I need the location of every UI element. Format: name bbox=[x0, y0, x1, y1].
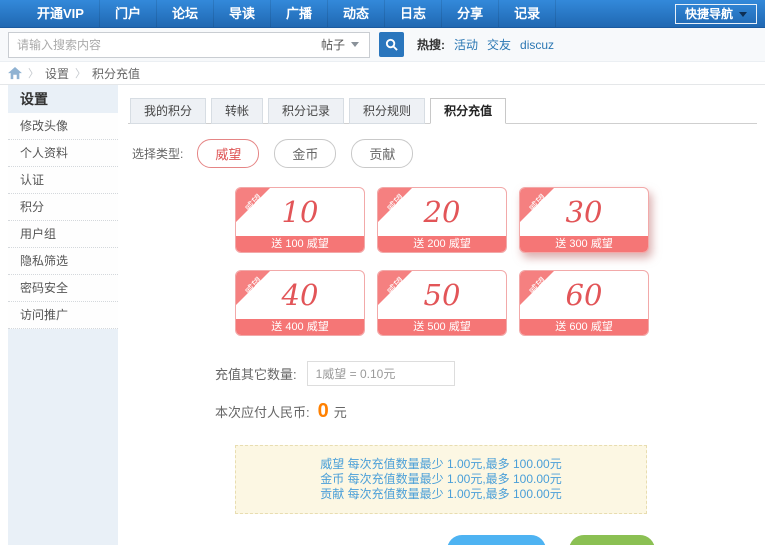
wechat-pay-button[interactable]: 微信支付 bbox=[569, 535, 655, 545]
card-bonus: 送 300 威望 bbox=[520, 236, 648, 252]
sidebar-item-points[interactable]: 积分 bbox=[8, 194, 118, 221]
card-bonus: 送 100 威望 bbox=[236, 236, 364, 252]
sidebar-item-avatar[interactable]: 修改头像 bbox=[8, 113, 118, 140]
points-tabs: 我的积分 转帐 积分记录 积分规则 积分充值 bbox=[128, 98, 757, 124]
tab-transfer[interactable]: 转帐 bbox=[211, 98, 263, 124]
card-bonus: 送 400 威望 bbox=[236, 319, 364, 335]
breadcrumb-recharge: 积分充值 bbox=[92, 65, 140, 82]
type-pill-gold[interactable]: 金币 bbox=[274, 139, 336, 168]
breadcrumb-separator: 〉 bbox=[75, 65, 86, 81]
search-type-label: 帖子 bbox=[321, 36, 345, 53]
card-bonus: 送 600 威望 bbox=[520, 319, 648, 335]
hot-link-activity[interactable]: 活动 bbox=[454, 36, 478, 53]
other-amount-label: 充值其它数量: bbox=[215, 364, 297, 383]
quick-nav-label: 快捷导航 bbox=[685, 5, 733, 23]
hot-search-label: 热搜: bbox=[417, 36, 445, 53]
nav-item-portal[interactable]: 门户 bbox=[100, 0, 157, 27]
type-selector-row: 选择类型: 威望 金币 贡献 bbox=[128, 139, 757, 168]
sidebar-filler bbox=[8, 329, 118, 545]
nav-item-broadcast[interactable]: 广播 bbox=[271, 0, 328, 27]
type-selector-label: 选择类型: bbox=[132, 145, 183, 162]
payable-row: 本次应付人民币: 0 元 bbox=[215, 400, 757, 423]
nav-item-share[interactable]: 分享 bbox=[442, 0, 499, 27]
type-pill-prestige[interactable]: 威望 bbox=[197, 139, 259, 168]
nav-item-forum[interactable]: 论坛 bbox=[157, 0, 214, 27]
recharge-card-10[interactable]: 威望 10 送 100 威望 bbox=[235, 187, 365, 253]
payable-label: 本次应付人民币: bbox=[215, 402, 310, 421]
nav-item-records[interactable]: 记录 bbox=[499, 0, 556, 27]
payable-amount: 0 bbox=[318, 400, 329, 423]
type-pill-contribution[interactable]: 贡献 bbox=[351, 139, 413, 168]
payable-unit: 元 bbox=[334, 402, 347, 421]
quick-nav-button[interactable]: 快捷导航 bbox=[675, 4, 757, 24]
nav-item-blog[interactable]: 日志 bbox=[385, 0, 442, 27]
page-body: 设置 修改头像 个人资料 认证 积分 用户组 隐私筛选 密码安全 访问推广 我的… bbox=[0, 84, 765, 545]
recharge-card-grid: 威望 10 送 100 威望 威望 20 送 200 威望 威望 30 送 30… bbox=[235, 187, 655, 336]
notice-line-prestige: 威望 每次充值数量最少 1.00元,最多 100.00元 bbox=[236, 457, 646, 472]
sidebar-item-password[interactable]: 密码安全 bbox=[8, 275, 118, 302]
nav-item-vip[interactable]: 开通VIP bbox=[22, 0, 100, 27]
tab-points-log[interactable]: 积分记录 bbox=[268, 98, 344, 124]
settings-sidebar: 设置 修改头像 个人资料 认证 积分 用户组 隐私筛选 密码安全 访问推广 bbox=[8, 85, 118, 545]
nav-item-guide[interactable]: 导读 bbox=[214, 0, 271, 27]
recharge-card-20[interactable]: 威望 20 送 200 威望 bbox=[377, 187, 507, 253]
home-icon[interactable] bbox=[8, 67, 22, 80]
hot-link-friends[interactable]: 交友 bbox=[487, 36, 511, 53]
search-bar: 帖子 热搜: 活动 交友 discuz bbox=[0, 28, 765, 62]
sidebar-item-privacy[interactable]: 隐私筛选 bbox=[8, 248, 118, 275]
sidebar-item-verify[interactable]: 认证 bbox=[8, 167, 118, 194]
notice-line-gold: 金币 每次充值数量最少 1.00元,最多 100.00元 bbox=[236, 472, 646, 487]
card-bonus: 送 200 威望 bbox=[378, 236, 506, 252]
breadcrumb-separator: 〉 bbox=[28, 65, 39, 81]
other-amount-row: 充值其它数量: bbox=[215, 361, 757, 386]
search-icon bbox=[385, 38, 398, 51]
top-navbar: 开通VIP 门户 论坛 导读 广播 动态 日志 分享 记录 快捷导航 bbox=[0, 0, 765, 28]
recharge-limits-notice: 威望 每次充值数量最少 1.00元,最多 100.00元 金币 每次充值数量最少… bbox=[235, 445, 647, 514]
other-amount-input[interactable] bbox=[307, 361, 455, 386]
search-box: 帖子 bbox=[8, 32, 370, 58]
tab-points-rules[interactable]: 积分规则 bbox=[349, 98, 425, 124]
breadcrumb-settings[interactable]: 设置 bbox=[45, 65, 69, 82]
chevron-down-icon bbox=[351, 42, 359, 47]
recharge-card-40[interactable]: 威望 40 送 400 威望 bbox=[235, 270, 365, 336]
search-input[interactable] bbox=[9, 34, 311, 56]
recharge-card-60[interactable]: 威望 60 送 600 威望 bbox=[519, 270, 649, 336]
tab-points-recharge[interactable]: 积分充值 bbox=[430, 98, 506, 124]
alipay-pay-button[interactable]: 支付宝支付 bbox=[447, 535, 546, 545]
sidebar-item-promotion[interactable]: 访问推广 bbox=[8, 302, 118, 329]
sidebar-item-usergroup[interactable]: 用户组 bbox=[8, 221, 118, 248]
sidebar-title: 设置 bbox=[8, 85, 118, 113]
recharge-card-50[interactable]: 威望 50 送 500 威望 bbox=[377, 270, 507, 336]
chevron-down-icon bbox=[739, 12, 747, 17]
breadcrumb: 〉 设置 〉 积分充值 bbox=[0, 62, 765, 84]
recharge-card-30[interactable]: 威望 30 送 300 威望 bbox=[519, 187, 649, 253]
sidebar-item-profile[interactable]: 个人资料 bbox=[8, 140, 118, 167]
notice-line-contribution: 贡献 每次充值数量最少 1.00元,最多 100.00元 bbox=[236, 487, 646, 502]
nav-item-activity[interactable]: 动态 bbox=[328, 0, 385, 27]
tab-my-points[interactable]: 我的积分 bbox=[130, 98, 206, 124]
hot-link-discuz[interactable]: discuz bbox=[520, 38, 554, 52]
card-bonus: 送 500 威望 bbox=[378, 319, 506, 335]
payment-buttons: 支付宝支付 微信支付 bbox=[128, 535, 757, 545]
search-button[interactable] bbox=[379, 32, 404, 57]
search-type-select[interactable]: 帖子 bbox=[311, 36, 369, 53]
main-content: 我的积分 转帐 积分记录 积分规则 积分充值 选择类型: 威望 金币 贡献 威望… bbox=[128, 85, 757, 545]
